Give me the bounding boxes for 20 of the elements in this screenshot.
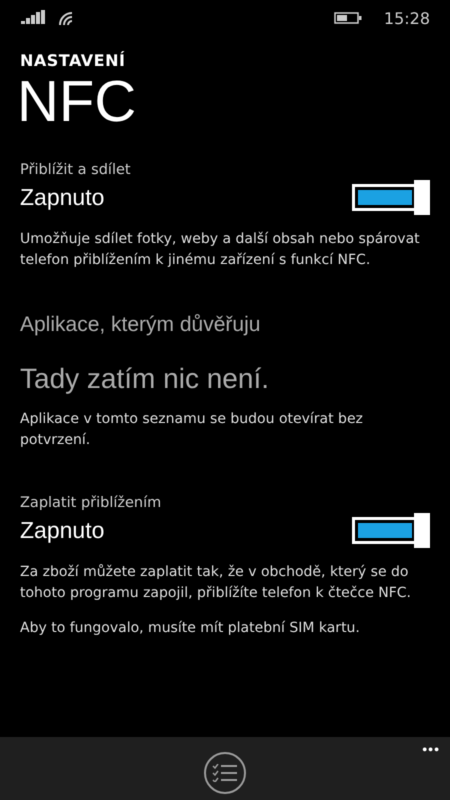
section-heading: Aplikace, kterým důvěřuju <box>20 313 262 337</box>
more-button[interactable]: ••• <box>422 741 440 757</box>
setting-label: Přiblížit a sdílet <box>20 162 132 178</box>
toggle-state-text: Zapnuto <box>20 184 104 211</box>
description-text: Za zboží můžete zaplatit tak, že v obchodě, který se do tohoto programu zapojil, přiblížíte telefon k čtečce NFC. <box>20 563 412 603</box>
list-button[interactable] <box>204 752 246 794</box>
description-text: Aplikace v tomto seznamu se budou otevírat bez potvrzení. <box>20 410 364 450</box>
toggle-state-text: Zapnuto <box>20 517 104 544</box>
toggle-switch[interactable] <box>352 180 430 215</box>
toggle-switch[interactable] <box>352 513 430 548</box>
empty-message: Tady zatím nic není. <box>20 363 270 395</box>
checklist-icon <box>212 764 238 782</box>
description-text: Umožňuje sdílet fotky, weby a další obsah nebo spárovat telefon přiblížením k jinému zařízení s funkcí NFC. <box>20 230 421 270</box>
setting-label: Zaplatit přiblížením <box>20 495 162 511</box>
description-text: Aby to fungovalo, musíte mít platební SIM kartu. <box>20 619 361 638</box>
settings-subtitle: NASTAVENÍ <box>20 51 126 70</box>
signal-icon <box>20 10 46 26</box>
battery-icon <box>334 12 362 24</box>
clock-time: 15:28 <box>384 8 430 28</box>
page-title: NFC <box>17 70 138 134</box>
